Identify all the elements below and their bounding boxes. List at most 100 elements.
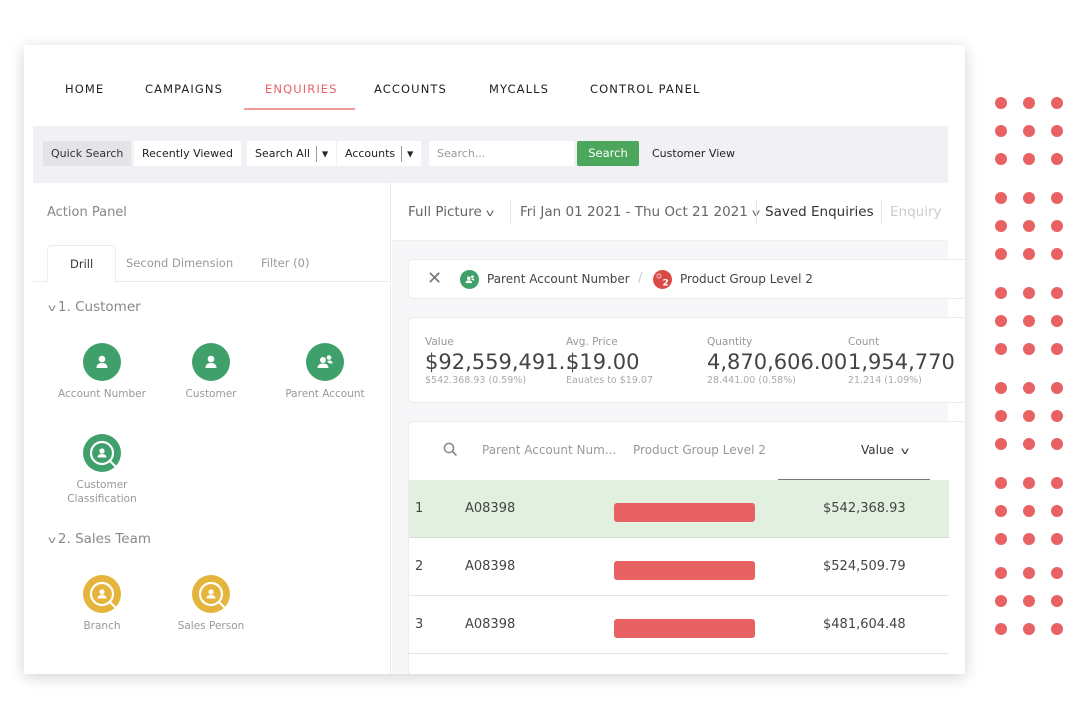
enquiry-button[interactable]: Enquiry bbox=[890, 204, 942, 220]
drill-customer[interactable]: Customer bbox=[161, 343, 261, 401]
decorative-dot bbox=[1023, 595, 1035, 607]
search-scope-select[interactable]: Search All ▼ bbox=[247, 141, 337, 166]
gear-level-2-icon: 2 bbox=[653, 270, 672, 289]
search-toolbar: Quick Search Recently Viewed Search All ▼… bbox=[33, 126, 948, 183]
drill-sales-person[interactable]: Sales Person bbox=[161, 575, 261, 633]
divider bbox=[881, 199, 882, 225]
decorative-dot bbox=[1051, 410, 1063, 422]
table-row[interactable]: 3 A08398 $481,604.48 bbox=[409, 596, 949, 654]
table-header: Parent Account Num... Product Group Leve… bbox=[409, 422, 965, 482]
decorative-dot bbox=[1051, 192, 1063, 204]
decorative-dot bbox=[1051, 623, 1063, 635]
decorative-dot bbox=[1023, 315, 1035, 327]
column-header-parent-account[interactable]: Parent Account Num... bbox=[482, 443, 616, 457]
user-icon bbox=[83, 343, 121, 381]
row-value: $481,604.48 bbox=[823, 617, 906, 632]
row-rank: 1 bbox=[415, 501, 424, 516]
nav-campaigns[interactable]: CAMPAIGNS bbox=[145, 82, 223, 96]
enquiry-panel: Full Picture v Fri Jan 01 2021 - Thu Oct … bbox=[392, 183, 965, 674]
stat-subtext: Eauates to $19.07 bbox=[566, 375, 654, 386]
section-customer-toggle[interactable]: v 1. Customer bbox=[47, 299, 141, 315]
decorative-dot bbox=[1051, 477, 1063, 489]
nav-enquiries[interactable]: ENQUIRIES bbox=[265, 82, 338, 96]
product-group-redacted-bar bbox=[614, 503, 755, 522]
decorative-dot bbox=[1051, 595, 1063, 607]
decorative-dot bbox=[995, 287, 1007, 299]
decorative-dot bbox=[1023, 533, 1035, 545]
decorative-dot bbox=[1023, 125, 1035, 137]
breadcrumb-separator: / bbox=[638, 271, 643, 286]
active-tab-underline bbox=[244, 108, 355, 110]
decorative-dot bbox=[1023, 287, 1035, 299]
search-icon[interactable] bbox=[443, 442, 458, 461]
product-group-redacted-bar bbox=[614, 561, 755, 580]
decorative-dot bbox=[995, 248, 1007, 260]
drill-item-label: Sales Person bbox=[177, 620, 245, 632]
user-icon bbox=[192, 343, 230, 381]
view-select[interactable]: Full Picture v bbox=[408, 204, 494, 220]
search-type-select[interactable]: Accounts ▼ bbox=[337, 141, 422, 166]
decorative-dot bbox=[1051, 153, 1063, 165]
stat-label: Avg. Price bbox=[566, 336, 618, 348]
search-scope-value: Search All bbox=[255, 147, 310, 160]
chevron-down-icon: v bbox=[47, 303, 57, 314]
search-input[interactable] bbox=[429, 141, 574, 166]
decorative-dot bbox=[995, 410, 1007, 422]
tab-drill[interactable]: Drill bbox=[47, 245, 117, 283]
decorative-dot bbox=[1023, 153, 1035, 165]
sort-chevron-down-icon: v bbox=[900, 446, 910, 457]
stat-number: $19.00 bbox=[566, 350, 640, 374]
decorative-dot bbox=[1051, 97, 1063, 109]
quick-search-button[interactable]: Quick Search bbox=[43, 141, 132, 166]
close-icon[interactable]: ✕ bbox=[427, 269, 442, 289]
chevron-down-icon: v bbox=[485, 208, 494, 219]
breadcrumb-parent-account-number[interactable]: Parent Account Number bbox=[487, 272, 630, 286]
divider bbox=[315, 146, 317, 162]
decorative-dot bbox=[1051, 220, 1063, 232]
action-panel-tabs: Drill Second Dimension Filter (0) bbox=[33, 245, 391, 283]
decorative-dot bbox=[1023, 248, 1035, 260]
drill-account-number[interactable]: Account Number bbox=[52, 343, 152, 401]
drill-customer-classification[interactable]: Customer Classification bbox=[52, 434, 152, 506]
table-row[interactable]: 1 A08398 $542,368.93 bbox=[409, 480, 949, 538]
column-header-value[interactable]: Value v bbox=[861, 443, 910, 457]
row-account: A08398 bbox=[465, 617, 516, 632]
recently-viewed-button[interactable]: Recently Viewed bbox=[134, 141, 241, 166]
decorative-dot bbox=[1051, 287, 1063, 299]
decorative-dot bbox=[995, 153, 1007, 165]
saved-enquiries-button[interactable]: Saved Enquiries bbox=[765, 204, 874, 220]
table-row[interactable]: 2 A08398 $524,509.79 bbox=[409, 538, 949, 596]
decorative-dot bbox=[995, 533, 1007, 545]
breadcrumb-product-group-level-2[interactable]: Product Group Level 2 bbox=[680, 272, 813, 286]
caret-down-icon: ▼ bbox=[321, 149, 329, 159]
nav-home[interactable]: HOME bbox=[65, 82, 104, 96]
divider bbox=[401, 146, 403, 162]
search-button[interactable]: Search bbox=[577, 141, 639, 166]
row-value: $524,509.79 bbox=[823, 559, 906, 574]
section-customer-heading: 1. Customer bbox=[57, 299, 141, 315]
customer-view-link[interactable]: Customer View bbox=[652, 141, 735, 166]
decorative-dot bbox=[1023, 220, 1035, 232]
tab-filter[interactable]: Filter (0) bbox=[261, 245, 309, 282]
stat-avg-price: Avg. Price $19.00 Eauates to $19.07 bbox=[566, 336, 653, 386]
row-value: $542,368.93 bbox=[823, 501, 906, 516]
drill-item-label: Customer Classification bbox=[67, 479, 137, 505]
drill-parent-account[interactable]: Parent Account bbox=[270, 343, 380, 401]
column-header-product-group[interactable]: Product Group Level 2 bbox=[633, 443, 766, 457]
caret-down-icon: ▼ bbox=[407, 149, 414, 159]
decorative-dot bbox=[1023, 623, 1035, 635]
users-icon bbox=[306, 343, 344, 381]
divider bbox=[510, 199, 511, 225]
decorative-dot bbox=[1023, 343, 1035, 355]
nav-mycalls[interactable]: MYCALLS bbox=[489, 82, 549, 96]
column-header-value-label: Value bbox=[861, 443, 894, 457]
section-sales-team-heading: 2. Sales Team bbox=[57, 531, 151, 547]
date-range-select[interactable]: Fri Jan 01 2021 - Thu Oct 21 2021v bbox=[520, 204, 760, 220]
nav-accounts[interactable]: ACCOUNTS bbox=[374, 82, 447, 96]
user-search-icon bbox=[83, 575, 121, 613]
nav-control-panel[interactable]: CONTROL PANEL bbox=[590, 82, 700, 96]
section-sales-team-toggle[interactable]: v 2. Sales Team bbox=[48, 531, 151, 547]
drill-item-label: Branch bbox=[83, 620, 121, 632]
tab-second-dimension[interactable]: Second Dimension bbox=[126, 245, 233, 282]
drill-branch[interactable]: Branch bbox=[52, 575, 152, 633]
